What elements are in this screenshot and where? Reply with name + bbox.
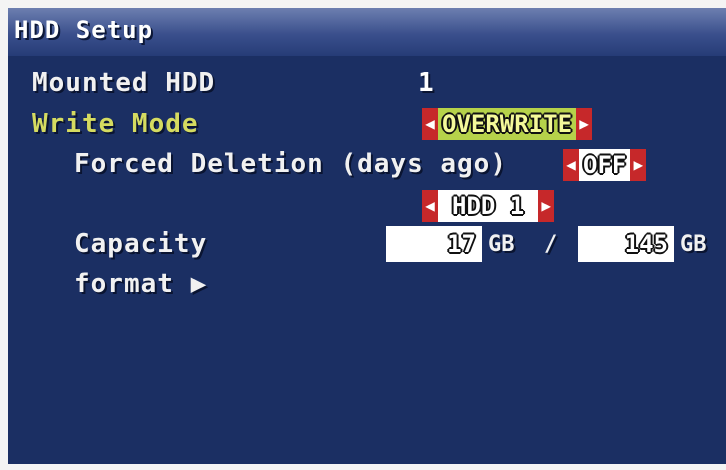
mounted-hdd-label: Mounted HDD — [32, 68, 216, 98]
forced-deletion-label: Forced Deletion (days ago) — [74, 149, 507, 179]
page-title: HDD Setup — [14, 16, 154, 44]
format-button[interactable]: format ▶ — [74, 269, 207, 299]
right-arrow-icon[interactable]: ▶ — [576, 108, 593, 140]
capacity-used-value: 17 — [386, 226, 482, 262]
left-arrow-icon[interactable]: ◀ — [422, 190, 438, 222]
capacity-total-unit: GB — [680, 232, 707, 257]
hdd-select-value[interactable]: HDD 1 — [438, 190, 539, 222]
capacity-total-value: 145 — [578, 226, 674, 262]
right-arrow-icon[interactable]: ▶ — [630, 149, 647, 181]
capacity-used-unit: GB — [488, 232, 515, 257]
mounted-hdd-value: 1 — [418, 68, 434, 98]
write-mode-label[interactable]: Write Mode — [32, 109, 199, 139]
capacity-separator: / — [544, 232, 558, 257]
hdd-setup-screen: HDD Setup Mounted HDD 1 Write Mode ◀ OVE… — [8, 8, 726, 464]
forced-deletion-value[interactable]: OFF — [579, 149, 631, 181]
left-arrow-icon[interactable]: ◀ — [563, 149, 579, 181]
hdd-select-spinner[interactable]: ◀ HDD 1 ▶ — [422, 190, 555, 222]
capacity-label: Capacity — [74, 229, 208, 259]
write-mode-spinner[interactable]: ◀ OVERWRITE ▶ — [422, 108, 593, 140]
write-mode-value[interactable]: OVERWRITE — [438, 108, 577, 140]
left-arrow-icon[interactable]: ◀ — [422, 108, 438, 140]
forced-deletion-spinner[interactable]: ◀ OFF ▶ — [563, 149, 647, 181]
title-bar: HDD Setup — [8, 8, 726, 56]
right-arrow-icon[interactable]: ▶ — [538, 190, 555, 222]
